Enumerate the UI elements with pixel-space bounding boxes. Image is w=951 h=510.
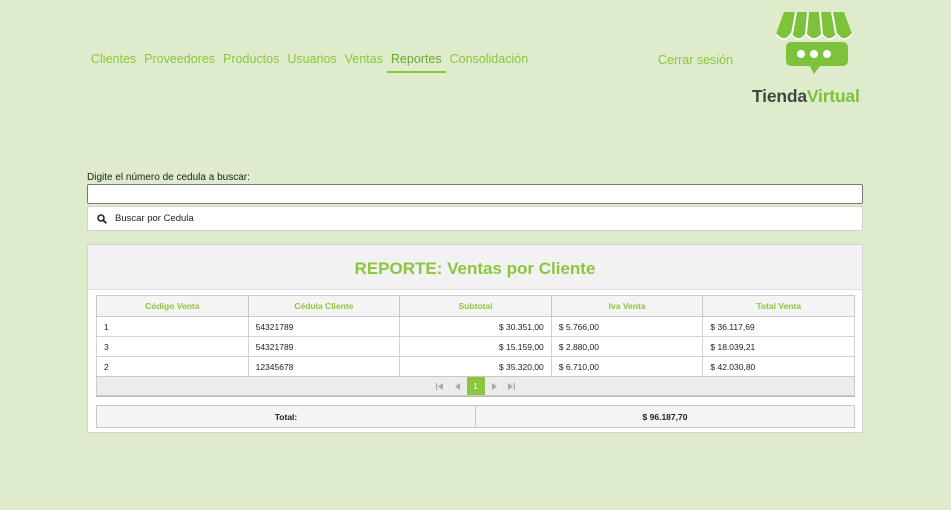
brand-name-part1: Tienda	[752, 86, 807, 106]
cell-iva-venta: $ 6.710,00	[550, 356, 704, 377]
column-header-iva-venta[interactable]: Iva Venta	[550, 295, 704, 317]
table-row[interactable]: 3 54321789 $ 15.159,00 $ 2.880,00 $ 18.0…	[96, 336, 855, 357]
cell-total-venta: $ 18.039,21	[702, 336, 855, 357]
cedula-search-input[interactable]	[87, 184, 863, 204]
last-page-icon[interactable]	[503, 377, 521, 395]
nav-productos[interactable]: Productos	[219, 51, 283, 73]
cell-total-venta: $ 36.117,69	[702, 316, 855, 337]
cell-cedula-cliente: 54321789	[247, 336, 401, 357]
search-icon	[97, 213, 107, 224]
next-page-icon[interactable]	[485, 377, 503, 395]
cell-subtotal: $ 15.159,00	[399, 336, 552, 357]
prev-page-icon[interactable]	[449, 377, 467, 395]
table-row[interactable]: 2 12345678 $ 35.320,00 $ 6.710,00 $ 42.0…	[96, 356, 855, 377]
cell-codigo-venta: 1	[96, 316, 249, 337]
shop-awning-chat-icon	[775, 11, 853, 74]
search-button-label: Buscar por Cedula	[115, 213, 194, 224]
report-table: Código Venta Cédula Cliente Subtotal Iva…	[96, 295, 855, 377]
total-label: Total:	[274, 411, 298, 422]
table-header-row: Código Venta Cédula Cliente Subtotal Iva…	[96, 295, 855, 317]
divider	[96, 396, 855, 397]
nav-clientes[interactable]: Clientes	[87, 51, 140, 73]
nav-ventas[interactable]: Ventas	[341, 51, 387, 73]
search-button[interactable]: Buscar por Cedula	[87, 206, 863, 231]
cell-subtotal: $ 30.351,00	[399, 316, 552, 337]
report-panel: REPORTE: Ventas por Cliente Código Venta…	[87, 244, 863, 433]
nav-usuarios[interactable]: Usuarios	[283, 51, 340, 73]
nav-reportes[interactable]: Reportes	[386, 51, 446, 73]
column-header-cedula-cliente[interactable]: Cédula Cliente	[247, 295, 401, 317]
column-header-total-venta[interactable]: Total Venta	[702, 295, 855, 317]
brand-logo[interactable]: TiendaVirtual	[750, 6, 865, 106]
nav-consolidacion[interactable]: Consolidación	[446, 51, 533, 73]
cell-total-venta: $ 42.030,80	[702, 356, 855, 377]
report-header: REPORTE: Ventas por Cliente	[88, 245, 862, 290]
cell-iva-venta: $ 2.880,00	[550, 336, 704, 357]
first-page-icon[interactable]	[431, 377, 449, 395]
search-label: Digite el número de cedula a buscar:	[87, 172, 250, 183]
cell-cedula-cliente: 54321789	[247, 316, 401, 337]
main-nav: Clientes Proveedores Productos Usuarios …	[87, 51, 532, 73]
cell-codigo-venta: 3	[96, 336, 249, 357]
logout-link[interactable]: Cerrar sesión	[658, 53, 733, 67]
report-title: REPORTE: Ventas por Cliente	[354, 259, 596, 278]
column-header-codigo-venta[interactable]: Código Venta	[96, 295, 249, 317]
pagination: 1	[96, 376, 855, 396]
cell-codigo-venta: 2	[96, 356, 249, 377]
nav-proveedores[interactable]: Proveedores	[140, 51, 219, 73]
brand-name-part2: Virtual	[806, 86, 860, 106]
cell-iva-venta: $ 5.766,00	[550, 316, 704, 337]
cell-cedula-cliente: 12345678	[247, 356, 401, 377]
cell-subtotal: $ 35.320,00	[399, 356, 552, 377]
column-header-subtotal[interactable]: Subtotal	[399, 295, 552, 317]
totals-row: Total: $ 96.187,70	[96, 405, 855, 428]
table-row[interactable]: 1 54321789 $ 30.351,00 $ 5.766,00 $ 36.1…	[96, 316, 855, 337]
brand-name: TiendaVirtual	[752, 86, 860, 107]
total-value: $ 96.187,70	[475, 406, 854, 427]
page-button-current[interactable]: 1	[466, 377, 485, 395]
